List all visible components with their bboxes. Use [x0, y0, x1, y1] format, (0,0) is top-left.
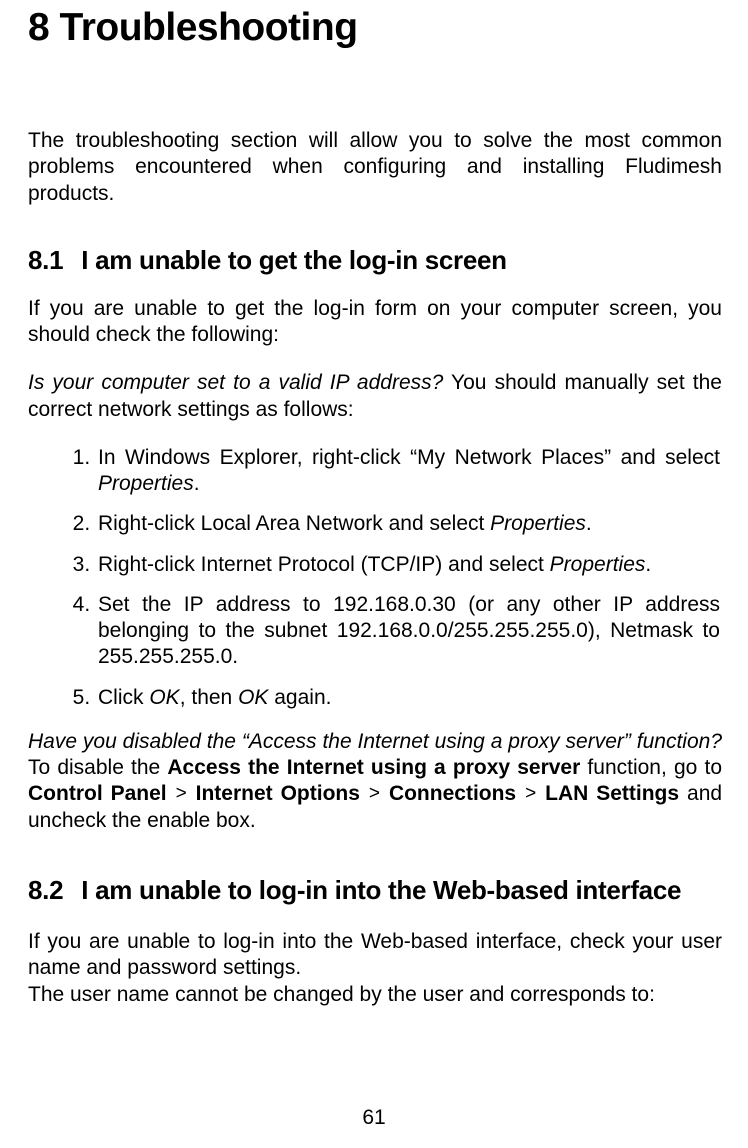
step-1-text-a: In Windows Explorer, right-click “My Net… [98, 446, 720, 469]
question-ip-address: Is your computer set to a valid IP addre… [28, 370, 722, 423]
step-2-text-a: Right-click Local Area Network and selec… [98, 512, 490, 535]
step-1: In Windows Explorer, right-click “My Net… [96, 445, 720, 498]
proxy-text-c: function, go to [580, 756, 722, 779]
path-control-panel: Control Panel [28, 782, 167, 805]
step-3-text-c: . [645, 553, 651, 576]
gt-icon: > [175, 782, 188, 806]
section-title-text: I am unable to log-in into the Web-based… [81, 874, 681, 907]
proxy-bold-1: Access the Internet using a proxy server [167, 756, 580, 779]
step-5: Click OK, then OK again. [96, 685, 720, 711]
question-2-italic: Have you disabled the “Access the Intern… [28, 730, 722, 753]
step-5-italic-1: OK [149, 686, 179, 709]
step-3: Right-click Internet Protocol (TCP/IP) a… [96, 552, 720, 578]
path-lan-settings: LAN Settings [545, 782, 679, 805]
step-3-text-a: Right-click Internet Protocol (TCP/IP) a… [98, 553, 550, 576]
section-8-2-heading: 8.2 I am unable to log-in into the Web-b… [28, 874, 722, 907]
steps-list: In Windows Explorer, right-click “My Net… [28, 445, 722, 711]
chapter-title: 8 Troubleshooting [28, 0, 722, 128]
step-3-italic: Properties [550, 553, 646, 576]
chapter-title-text: Troubleshooting [60, 6, 358, 49]
step-1-text-c: . [194, 472, 200, 495]
question-proxy: Have you disabled the “Access the Intern… [28, 729, 722, 834]
section-number: 8.1 [28, 245, 63, 276]
question-1-italic: Is your computer set to a valid IP addre… [28, 371, 443, 394]
step-1-italic: Properties [98, 472, 194, 495]
step-2: Right-click Local Area Network and selec… [96, 511, 720, 537]
section-8-1-lead: If you are unable to get the log-in form… [28, 296, 722, 349]
gt-icon: > [368, 782, 381, 806]
chapter-number: 8 [28, 6, 49, 49]
gt-icon: > [524, 782, 537, 806]
path-internet-options: Internet Options [196, 782, 360, 805]
step-4: Set the IP address to 192.168.0.30 (or a… [96, 592, 720, 671]
step-5-text-c: , then [180, 686, 238, 709]
step-5-text-a: Click [98, 686, 149, 709]
section-number: 8.2 [28, 874, 63, 907]
section-8-2-p1: If you are unable to log-in into the Web… [28, 929, 722, 982]
section-title-text: I am unable to get the log-in screen [81, 245, 507, 276]
step-2-italic: Properties [490, 512, 586, 535]
document-page: 8 Troubleshooting The troubleshooting se… [0, 0, 748, 1148]
step-5-italic-2: OK [238, 686, 268, 709]
chapter-intro: The troubleshooting section will allow y… [28, 128, 722, 207]
section-8-1-heading: 8.1 I am unable to get the log-in screen [28, 245, 722, 276]
step-2-text-c: . [586, 512, 592, 535]
proxy-text-a: To disable the [28, 756, 167, 779]
page-number: 61 [0, 1106, 748, 1130]
section-8-2-p2: The user name cannot be changed by the u… [28, 982, 722, 1008]
step-5-text-e: again. [268, 686, 331, 709]
path-connections: Connections [389, 782, 516, 805]
